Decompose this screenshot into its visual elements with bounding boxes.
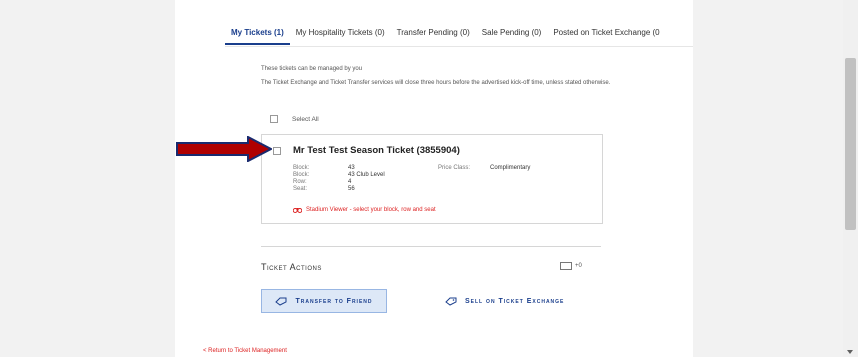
detail-label: Row: <box>293 179 307 185</box>
price-class: Price Class: Complimentary <box>438 165 530 171</box>
tab-hospitality-tickets[interactable]: My Hospitality Tickets (0) <box>290 24 391 46</box>
detail-value: 43 <box>348 165 355 171</box>
ticket-actions-title: Ticket Actions <box>261 262 322 272</box>
detail-value: 56 <box>348 186 355 192</box>
ticket-count: +0 <box>575 263 582 269</box>
tab-my-tickets[interactable]: My Tickets (1) <box>225 24 290 45</box>
intro-line-1: These tickets can be managed by you <box>261 66 363 72</box>
detail-row: Row: 4 <box>293 179 385 186</box>
main-page: My Tickets (1) My Hospitality Tickets (0… <box>175 0 693 357</box>
tab-transfer-pending[interactable]: Transfer Pending (0) <box>391 24 476 46</box>
sell-on-exchange-button[interactable]: Sell on Ticket Exchange <box>445 289 585 313</box>
transfer-label: Transfer to Friend <box>295 297 373 305</box>
ticket-title: Mr Test Test Season Ticket (3855904) <box>293 145 460 156</box>
intro-text: These tickets can be managed by you The … <box>261 65 621 93</box>
select-all-checkbox[interactable] <box>270 115 278 123</box>
price-class-value: Complimentary <box>490 165 531 171</box>
sell-label: Sell on Ticket Exchange <box>465 297 565 305</box>
detail-value: 43 Club Level <box>348 172 385 178</box>
intro-line-2: The Ticket Exchange and Ticket Transfer … <box>261 80 611 86</box>
vertical-scrollbar[interactable] <box>843 0 858 357</box>
detail-row: Seat: 56 <box>293 186 385 193</box>
stadium-viewer-label: Stadium Viewer - select your block, row … <box>306 207 436 213</box>
binoculars-icon <box>293 208 302 213</box>
tab-sale-pending[interactable]: Sale Pending (0) <box>476 24 548 46</box>
ticket-icon <box>560 262 572 270</box>
ticket-card: Mr Test Test Season Ticket (3855904) Blo… <box>261 134 603 224</box>
arrow-pointer-icon <box>176 136 272 162</box>
select-all-row[interactable]: Select All <box>270 115 319 123</box>
detail-label: Seat: <box>293 186 308 192</box>
tab-posted-on-exchange[interactable]: Posted on Ticket Exchange (0 <box>547 24 665 46</box>
ticket-tabs: My Tickets (1) My Hospitality Tickets (0… <box>225 24 693 47</box>
detail-row: Block: 43 Club Level <box>293 172 385 179</box>
section-divider <box>261 246 601 247</box>
select-all-label: Select All <box>292 115 319 123</box>
scroll-down-arrow-icon[interactable] <box>847 350 853 354</box>
scrollbar-thumb[interactable] <box>845 58 856 230</box>
right-gutter <box>693 0 843 357</box>
transfer-to-friend-button[interactable]: Transfer to Friend <box>261 289 387 313</box>
return-to-ticket-management-link[interactable]: < Return to Ticket Management <box>203 348 287 354</box>
transfer-icon <box>275 297 287 306</box>
detail-label: Block: <box>293 172 310 178</box>
ticket-count-badge: +0 <box>560 262 582 270</box>
ticket-tag-icon <box>445 297 457 306</box>
detail-row: Block: 43 <box>293 165 385 172</box>
price-class-label: Price Class: <box>438 165 471 171</box>
stadium-viewer-link[interactable]: Stadium Viewer - select your block, row … <box>293 207 436 213</box>
ticket-checkbox[interactable] <box>273 147 281 155</box>
detail-value: 4 <box>348 179 352 185</box>
detail-label: Block: <box>293 165 310 171</box>
ticket-details: Block: 43 Block: 43 Club Level Row: 4 Seat:… <box>293 165 385 193</box>
